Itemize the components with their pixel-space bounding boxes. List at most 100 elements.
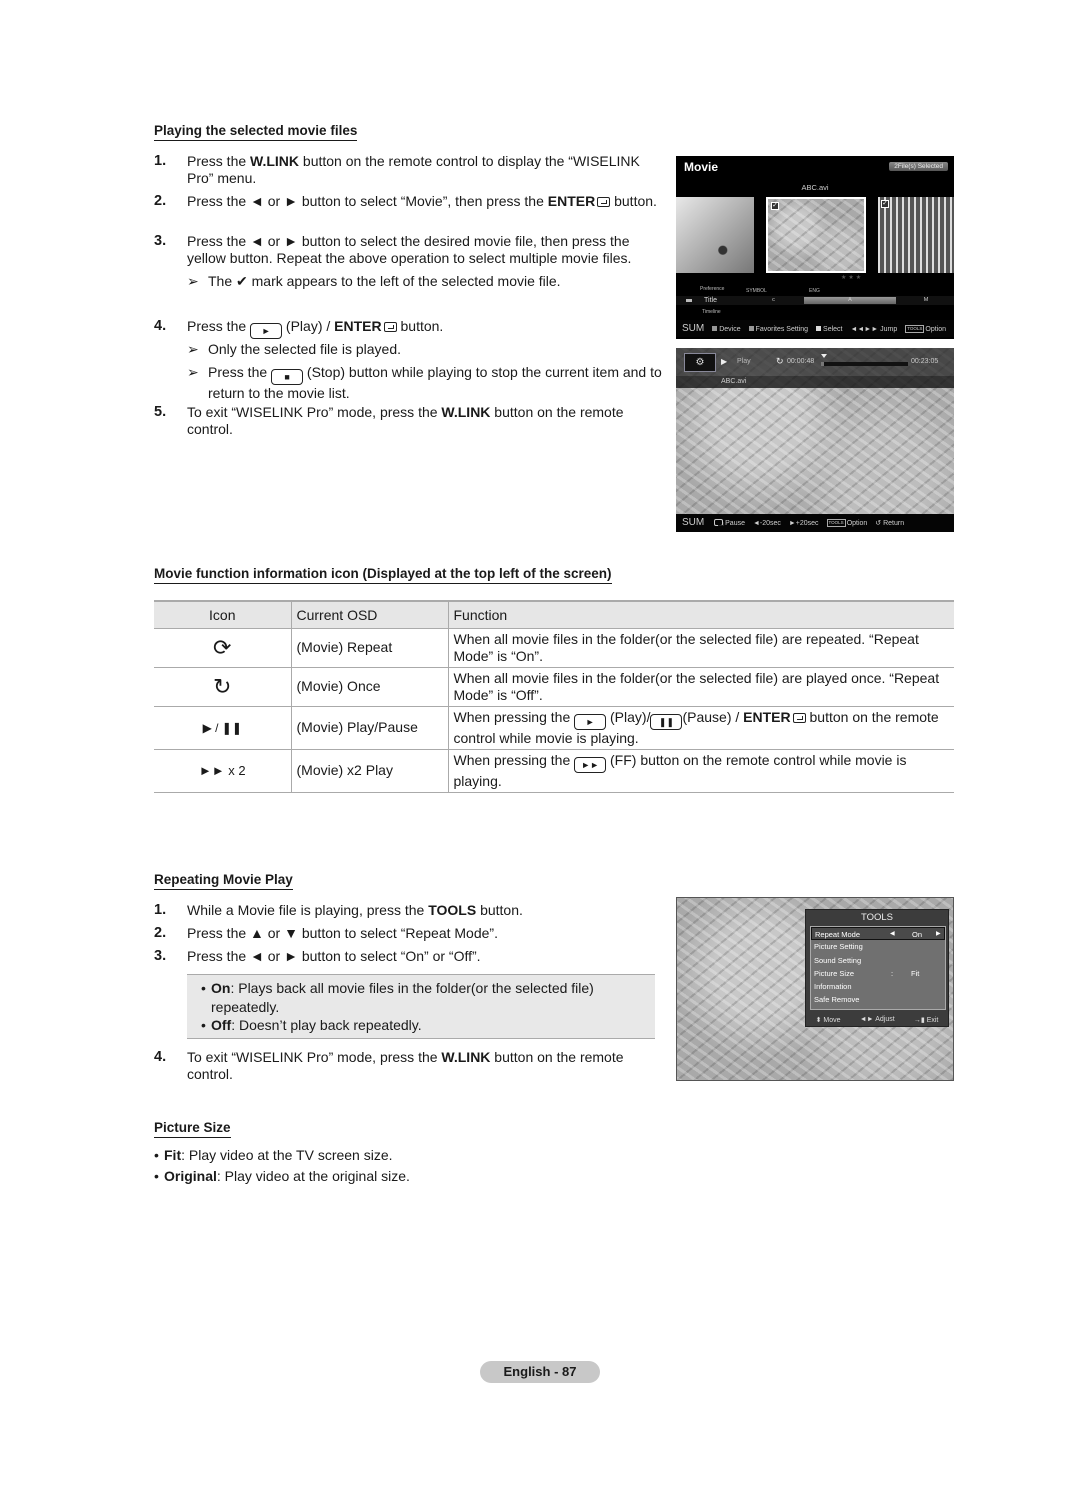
tools-menu-list: Repeat Mode ◀ On ▶ Picture Setting Sound… [810,926,946,1010]
step-5: 5. To exit “WISELINK Pro” mode, press th… [154,404,664,438]
note-text: Only the selected file is played. [208,341,401,357]
enter-icon [714,519,725,526]
tools-item-picture-setting[interactable]: Picture Setting [811,940,945,953]
picture-size-value: Fit [911,968,920,978]
pause-key-icon: ❚❚ [650,713,683,730]
progress-marker[interactable] [821,354,828,358]
movie-thumbnail[interactable]: ✓ [878,197,954,273]
step-number: 4. [154,1049,167,1065]
key-name: ENTER [334,318,382,334]
adjust-hint: ◄► Adjust [859,1016,895,1023]
sort-option-current[interactable]: Title [704,297,717,304]
tools-item-safe-remove[interactable]: Safe Remove [811,993,945,1006]
tv-footer-bar: SUM Pause ◄-20sec ►+20sec TOOLS Option ↺ … [676,514,954,532]
step-number: 2. [154,193,167,209]
tools-menu: TOOLS Repeat Mode ◀ On ▶ Picture Setting… [805,909,949,1027]
footer-pause[interactable]: Pause [712,519,745,527]
movie-thumbnail-focused[interactable]: ✓ [766,197,866,273]
tools-item-picture-size[interactable]: Picture Size : Fit [811,967,945,980]
move-hint: ⬍ Move [815,1017,841,1024]
ff-key-icon: ►► [574,756,607,773]
picture-size-original: • Original: Play video at the original si… [154,1168,410,1184]
step-number: 5. [154,404,167,420]
index-segment[interactable]: c [746,297,801,304]
step-text: button. [610,193,657,209]
play-key-icon: ► [574,713,607,730]
note-checkmark: ➢ The ✔ mark appears to the left of the … [187,273,667,290]
index-segment[interactable]: M [898,297,954,304]
play-key-icon: ► [250,323,283,339]
play-state-label: Play [737,358,751,365]
note-stop: ➢ Press the ■ (Stop) button while playin… [187,364,667,402]
yellow-button-icon [816,326,822,331]
tools-button-icon: TOOLS [826,519,846,527]
selected-count-badge: 2File(s) Selected [889,162,948,171]
step-number: 2. [154,925,167,941]
stop-key-icon: ■ [271,369,304,385]
index-label: ENG [809,288,820,294]
total-time: 00:23:05 [911,358,939,365]
repeat-icon: ⟳ [213,634,232,660]
step-text: To exit “WISELINK Pro” mode, press the [187,404,442,420]
sum-label: SUM [682,323,705,334]
footer-favorites[interactable]: Favorites Setting [748,326,808,333]
step-3: 3. Press the ◄ or ► button to select the… [154,233,664,267]
osd-cell: (Movie) x2 Play [290,749,448,793]
movie-thumbnail[interactable] [676,197,754,273]
function-cell: When pressing the ►► (FF) button on the … [447,749,954,793]
progress-bar[interactable] [821,362,908,366]
movie-mode-icon: ⚙ [684,353,716,372]
step-text: Press the ▲ or ▼ button to select “Repea… [187,925,498,941]
key-name: W.LINK [441,404,491,420]
right-arrow-icon[interactable]: ▶ [936,928,941,941]
step-text: Press the [187,153,251,169]
tools-item-repeat-mode[interactable]: Repeat Mode ◀ On ▶ [811,927,945,941]
step-text: To exit “WISELINK Pro” mode, press the [187,1049,442,1065]
repeat-mode-value: On [912,930,923,939]
footer-option[interactable]: TOOLS Option [905,325,946,333]
fast-forward-icon: ►► x 2 [198,763,246,778]
repeat-options-box: • On: Plays back all movie files in the f… [187,974,655,1039]
section-title-function-icons: Movie function information icon (Display… [154,566,612,584]
footer-forward[interactable]: ►+20sec [789,520,819,527]
step-text: Press the [187,318,251,334]
step-text: button. [476,902,523,918]
tools-item-sound-setting[interactable]: Sound Setting [811,954,945,967]
tools-menu-footer: ⬍ Move ◄► Adjust →▮ Exit [806,1016,948,1024]
footer-jump[interactable]: ◄◄►► Jump [850,326,897,333]
checkbox-icon: ✓ [881,200,889,208]
footer-return[interactable]: ↺ Return [875,520,904,527]
key-name: TOOLS [428,902,477,918]
step-text: button. [400,318,444,334]
table-row: ►► x 2 (Movie) x2 Play When pressing the… [154,749,954,793]
sort-option-up: Preference [700,286,725,292]
left-arrow-icon[interactable]: ◀ [890,928,895,941]
red-button-icon [712,326,718,331]
tv-footer-bar: SUM Device Favorites Setting Select ◄◄►►… [676,320,954,337]
focused-filename: ABC.avi [801,183,829,192]
note-arrow-icon: ➢ [187,273,199,289]
movie-function-table: Icon Current OSD Function ⟳ (Movie) Repe… [154,600,954,793]
tools-item-information[interactable]: Information [811,980,945,993]
footer-rewind[interactable]: ◄-20sec [753,520,781,527]
index-segment-active[interactable]: A [804,297,896,304]
footer-option[interactable]: TOOLS Option [826,519,867,527]
section-title-picture-size: Picture Size [154,1120,231,1138]
sum-label: SUM [682,517,705,528]
footer-select[interactable]: Select [816,326,843,333]
note-arrow-icon: ➢ [187,341,199,357]
once-icon: ↻ [213,673,232,699]
key-name: W.LINK [441,1049,491,1065]
step-number: 3. [154,948,167,964]
option-off: • Off: Doesn’t play back repeatedly. [201,1017,422,1033]
enter-icon [383,322,397,332]
exit-hint[interactable]: →▮ Exit [914,1016,938,1024]
osd-cell: (Movie) Play/Pause [290,706,448,750]
footer-device[interactable]: Device [712,326,741,333]
function-cell: When pressing the ► (Play)/❚❚ (Pause) / E… [447,706,954,750]
note-arrow-icon: ➢ [187,364,199,380]
step-text: (Play) / [282,318,335,334]
osd-cell: (Movie) Once [290,667,448,707]
checkmark-icon: ✔ [236,273,248,289]
step-text: Press the ◄ or ► button to select “On” o… [187,948,481,964]
